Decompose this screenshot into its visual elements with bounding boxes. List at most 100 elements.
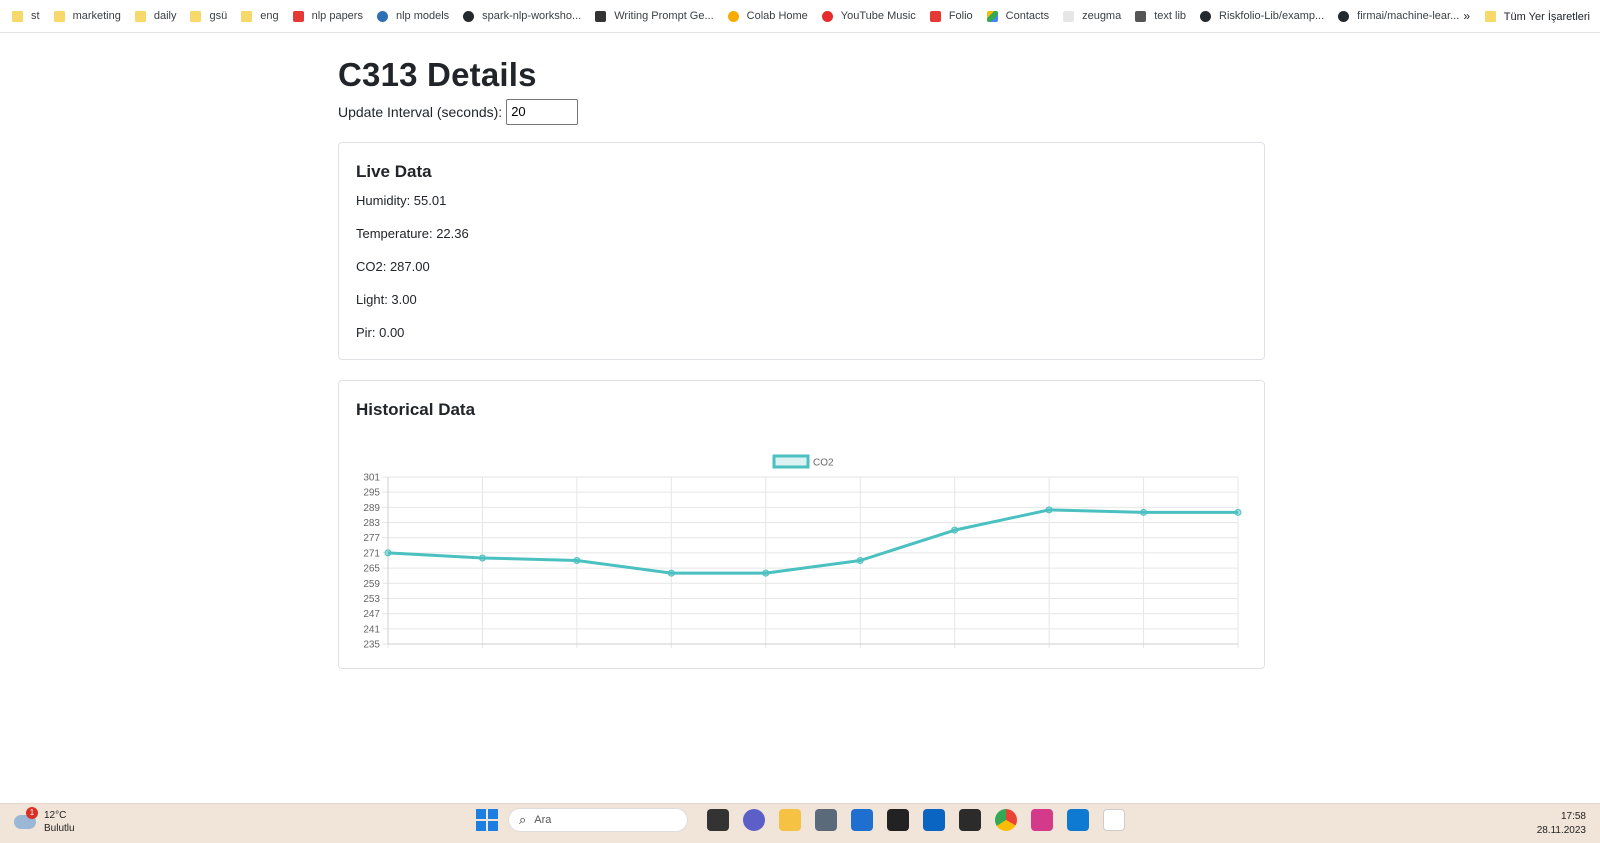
taskbar-apps: ⌕ Ara — [476, 808, 1132, 832]
bookmark-item[interactable]: text lib — [1135, 10, 1186, 22]
live-data-heading: Live Data — [356, 161, 432, 181]
co2-series-line — [387, 507, 1238, 575]
bookmark-label: Writing Prompt Ge... — [614, 10, 714, 22]
all-bookmarks-button[interactable]: Tüm Yer İşaretleri — [1484, 0, 1590, 33]
y-tick-label: 295 — [363, 487, 380, 498]
co2-data-point — [1234, 508, 1242, 516]
bookmark-blue-icon — [376, 10, 388, 22]
terminal-icon[interactable] — [959, 809, 981, 831]
bookmark-item[interactable]: st — [12, 10, 40, 22]
bookmark-item[interactable]: Writing Prompt Ge... — [595, 10, 714, 22]
bookmark-label: nlp papers — [311, 10, 363, 22]
github-icon — [1200, 10, 1212, 22]
bookmark-label: eng — [260, 10, 279, 22]
windows-start-icon[interactable] — [476, 809, 498, 831]
bookmark-red-icon — [929, 10, 941, 22]
co2-data-point — [1045, 505, 1053, 513]
calendar-icon[interactable] — [851, 809, 873, 831]
folder-icon — [12, 10, 23, 22]
update-interval-input[interactable] — [506, 98, 579, 125]
co2-value: CO2: 287.00 — [356, 258, 430, 274]
co2-data-point — [478, 554, 486, 562]
all-bookmarks-label: Tüm Yer İşaretleri — [1503, 10, 1590, 23]
search-placeholder: Ara — [534, 814, 552, 826]
y-tick-label: 277 — [363, 533, 380, 544]
bookmark-grid-icon — [1135, 10, 1147, 22]
y-tick-label: 241 — [363, 624, 380, 635]
outlook-icon[interactable] — [923, 809, 945, 831]
weather-desc: Bulutlu — [44, 823, 75, 834]
light-value: Light: 3.00 — [356, 291, 417, 307]
vscode-icon[interactable] — [1067, 809, 1089, 831]
bookmark-item[interactable]: marketing — [53, 10, 121, 22]
historical-data-card: Historical Data 301 295 289 283 277 271 265 259… — [338, 379, 1265, 669]
main-content: C313 Details Update Interval (seconds): … — [338, 33, 1265, 669]
github-icon — [463, 10, 475, 22]
y-tick-label: 247 — [363, 609, 380, 620]
update-interval-row: Update Interval (seconds): — [338, 98, 1265, 125]
bookmark-gray-icon — [1063, 10, 1075, 22]
legend-label: CO2 — [813, 457, 834, 468]
co2-data-point — [573, 556, 581, 564]
chart-svg: 3012952892832772712652592532472412351234… — [363, 454, 1244, 665]
github-icon — [1338, 10, 1350, 22]
bookmarks-bar: st marketing daily gsü eng nlp papers nlp mode… — [0, 0, 1600, 33]
weather-widget[interactable]: 1 12°C Bulutlu — [14, 807, 75, 835]
bookmark-item[interactable]: spark-nlp-worksho... — [463, 10, 581, 22]
y-tick-label: 259 — [363, 578, 380, 589]
bookmark-item[interactable]: gsü — [190, 10, 227, 22]
y-tick-label: 301 — [363, 472, 380, 483]
folder-icon — [134, 10, 146, 22]
more-bookmarks-button[interactable]: » — [1463, 9, 1470, 23]
historical-data-heading: Historical Data — [356, 399, 476, 419]
sticky-notes-icon[interactable] — [887, 809, 909, 831]
bookmark-red-icon — [292, 10, 304, 22]
bookmark-label: Contacts — [1005, 10, 1050, 22]
bookmark-item[interactable]: zeugma — [1063, 10, 1121, 22]
bookmark-item[interactable]: nlp models — [376, 10, 449, 22]
y-tick-label: 265 — [363, 563, 380, 574]
y-tick-label: 271 — [363, 548, 380, 559]
bookmark-label: Colab Home — [746, 10, 808, 22]
co2-data-point — [667, 569, 675, 577]
search-icon: ⌕ — [519, 812, 527, 827]
task-view-icon[interactable] — [707, 809, 729, 831]
calculator-icon[interactable] — [815, 809, 837, 831]
colab-icon — [727, 10, 739, 22]
chrome-icon[interactable] — [995, 809, 1017, 831]
youtube-music-icon — [821, 10, 833, 22]
bookmark-item[interactable]: Contacts — [986, 10, 1050, 22]
winrar-icon[interactable] — [1031, 809, 1053, 831]
bookmark-label: Riskfolio-Lib/examp... — [1219, 10, 1325, 22]
legend-swatch — [772, 454, 810, 469]
notification-badge: 1 — [26, 807, 38, 819]
bookmark-label: zeugma — [1082, 10, 1122, 22]
bookmark-item[interactable]: Folio — [929, 10, 973, 22]
taskbar: 1 12°C Bulutlu ⌕ Ara 17:58 28.11.2023 — [0, 803, 1600, 843]
bookmark-item[interactable]: Colab Home — [727, 10, 808, 22]
y-tick-label: 253 — [363, 594, 380, 605]
bookmark-item[interactable]: firmai/machine-lear... — [1338, 10, 1459, 22]
y-tick-label: 283 — [363, 518, 380, 529]
taskbar-search[interactable]: ⌕ Ara — [508, 808, 688, 832]
bookmark-item[interactable]: nlp papers — [292, 10, 363, 22]
bookmark-label: st — [31, 10, 40, 22]
co2-data-point — [1140, 508, 1148, 516]
clock-time: 17:58 — [1560, 811, 1586, 822]
co2-data-point — [384, 549, 392, 557]
bookmark-item[interactable]: Riskfolio-Lib/examp... — [1200, 10, 1324, 22]
bookmark-item[interactable]: daily — [134, 10, 177, 22]
file-explorer-icon[interactable] — [779, 809, 801, 831]
bookmark-label: YouTube Music — [840, 10, 916, 22]
bookmark-label: text lib — [1154, 10, 1187, 22]
chat-icon[interactable] — [743, 809, 765, 831]
contacts-icon — [986, 10, 998, 22]
bookmark-label: daily — [153, 10, 177, 22]
snipping-tool-icon[interactable] — [1103, 809, 1125, 831]
system-clock[interactable]: 17:58 28.11.2023 — [1537, 810, 1586, 838]
clock-date: 28.11.2023 — [1536, 825, 1586, 836]
bookmark-item[interactable]: YouTube Music — [821, 10, 916, 22]
update-interval-label: Update Interval (seconds): — [338, 103, 503, 120]
bookmark-item[interactable]: eng — [241, 10, 279, 22]
co2-data-point — [762, 569, 770, 577]
